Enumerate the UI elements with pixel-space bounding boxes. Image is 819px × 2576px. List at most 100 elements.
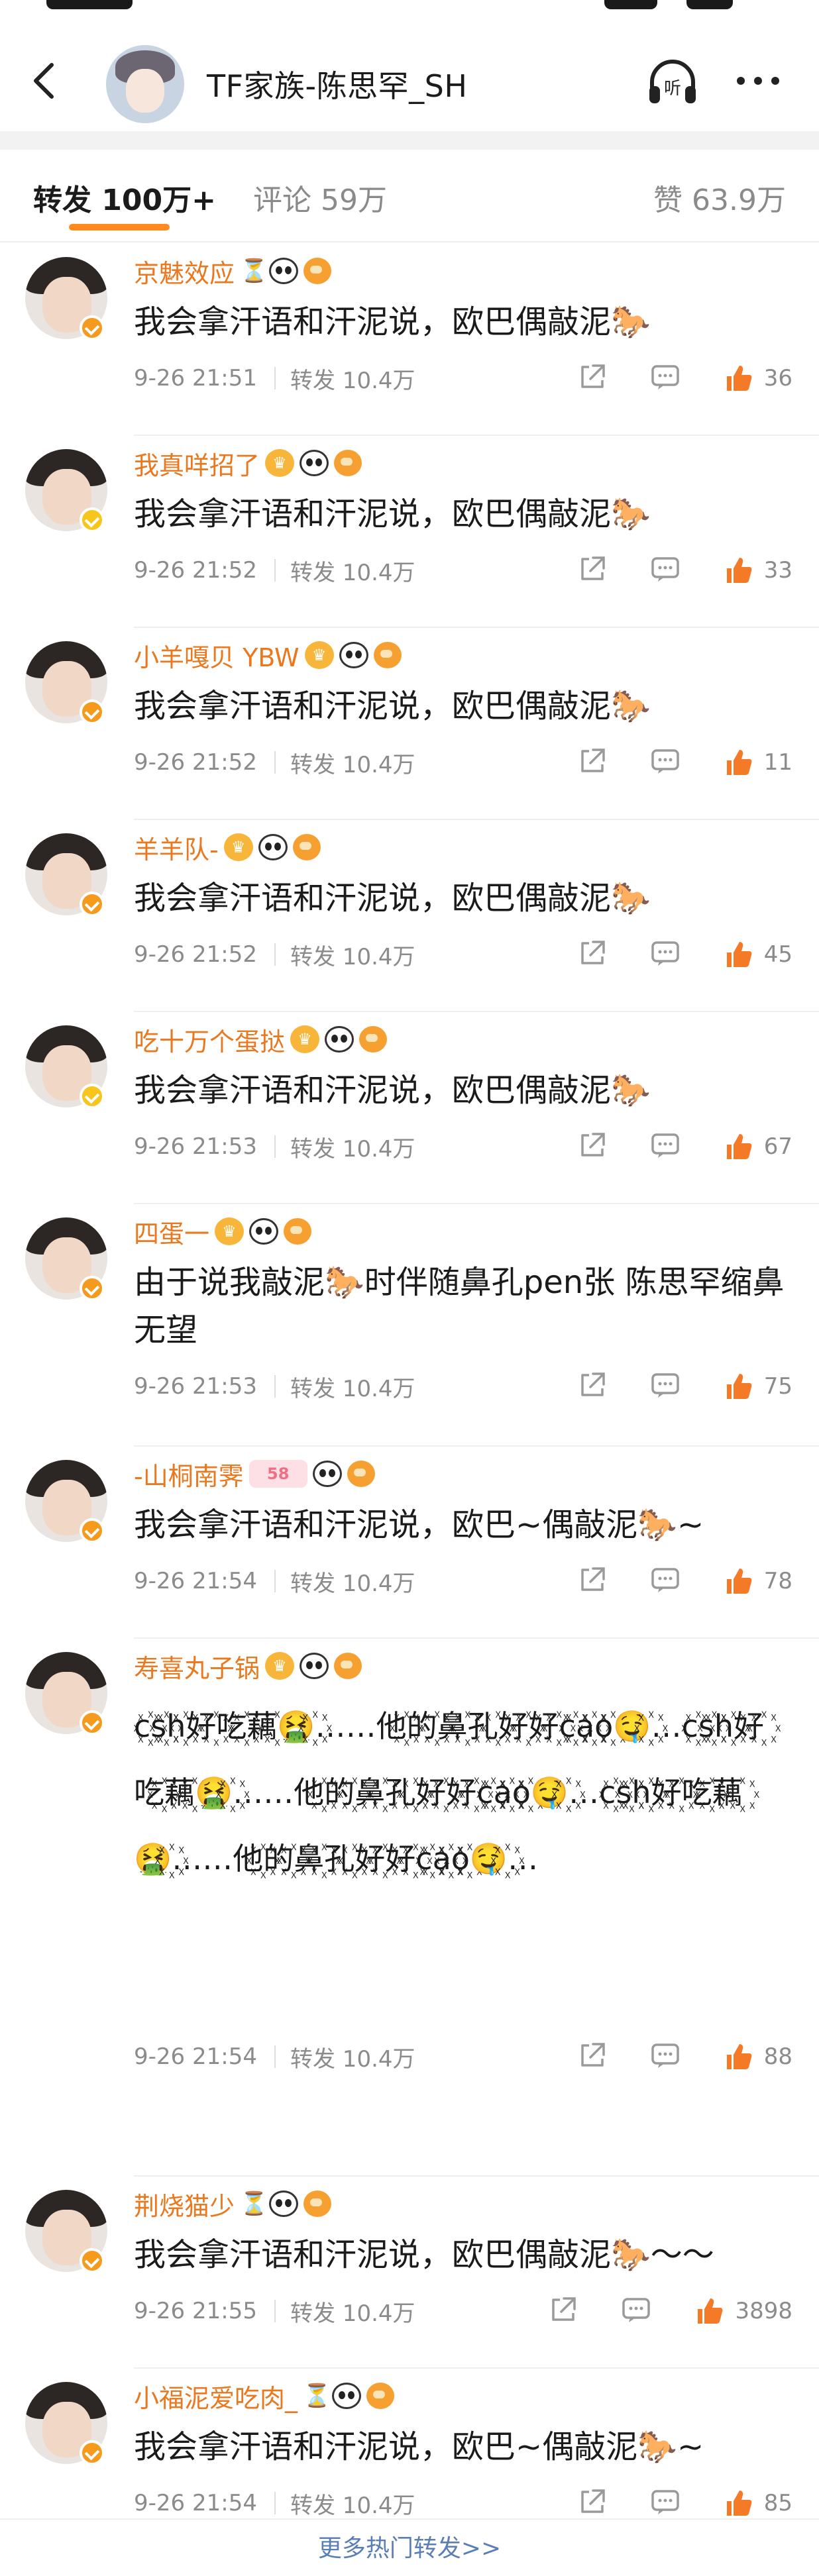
status-bar: [0, 0, 819, 19]
share-icon[interactable]: [576, 745, 609, 778]
tab-comment[interactable]: 评论 59万: [253, 176, 387, 219]
timestamp: 9-26 21:55: [134, 2298, 257, 2324]
thumbs-up-icon[interactable]: [692, 2294, 726, 2328]
timestamp: 9-26 21:53: [134, 1373, 257, 1400]
username-link[interactable]: 吃十万个蛋挞: [134, 1021, 285, 1058]
repost-item[interactable]: 京魅效应 ⏳ 我会拿汗语和汗泥说，欧巴偶敲泥🐎 9-26 21:51 转发 10.4万 3…: [0, 242, 819, 435]
username-link[interactable]: 四蛋一: [134, 1213, 209, 1250]
hourglass-badge-icon: ⏳: [240, 2190, 268, 2217]
verified-badge-icon: [80, 699, 105, 725]
verified-badge-icon: [80, 1710, 105, 1735]
comment-icon[interactable]: [620, 2293, 653, 2326]
tab-repost[interactable]: 转发 100万+: [33, 176, 216, 219]
page-title[interactable]: TF家族-陈思罕_SH: [207, 62, 467, 106]
share-icon[interactable]: [576, 1129, 609, 1162]
timestamp: 9-26 21:54: [134, 2043, 257, 2070]
more-button[interactable]: [732, 61, 785, 101]
like-count: 33: [763, 557, 792, 584]
listen-button[interactable]: 听: [644, 54, 701, 111]
username-link[interactable]: 羊羊队-: [134, 829, 219, 866]
thumbs-up-icon[interactable]: [722, 746, 755, 779]
repost-item[interactable]: 吃十万个蛋挞 ♛ 我会拿汗语和汗泥说，欧巴偶敲泥🐎 9-26 21:53 转发 10.4…: [0, 1011, 819, 1203]
comment-icon[interactable]: [649, 1368, 682, 1402]
username-link[interactable]: 京魅效应: [134, 253, 235, 289]
share-icon[interactable]: [576, 1368, 609, 1402]
repost-text: 由于说我敲泥🐎时伴随鼻孔pen张 陈思罕缩鼻无望: [134, 1264, 785, 1349]
repost-item[interactable]: 四蛋一 ♛ 由于说我敲泥🐎时伴随鼻孔pen张 陈思罕缩鼻无望 9-26 21:53 转发…: [0, 1203, 819, 1445]
repost-count: 转发 10.4万: [290, 751, 415, 778]
panda-badge-icon: [249, 1218, 279, 1245]
comment-icon[interactable]: [649, 745, 682, 778]
share-icon[interactable]: [547, 2293, 580, 2326]
username-link[interactable]: 荆烧猫少: [134, 2186, 235, 2222]
back-button[interactable]: [25, 60, 68, 102]
crown-badge-icon: ♛: [223, 833, 253, 861]
repost-item[interactable]: 我真咩招了 ♛ 我会拿汗语和汗泥说，欧巴偶敲泥🐎 9-26 21:52 转发 10.4万…: [0, 435, 819, 627]
thumbs-up-icon[interactable]: [722, 362, 755, 395]
comment-icon[interactable]: [649, 2485, 682, 2518]
repost-item[interactable]: -山桐南霁 58 我会拿汗语和汗泥说，欧巴~偶敲泥🐎~ 9-26 21:54 转发 10…: [0, 1445, 819, 1637]
repost-count: 转发 10.4万: [290, 1375, 415, 1402]
repost-text: 我会拿汗语和汗泥说，欧巴~偶敲泥🐎~: [134, 1506, 704, 1543]
thumbs-up-icon[interactable]: [722, 1130, 755, 1163]
thumbs-up-icon[interactable]: [722, 2487, 755, 2520]
username-link[interactable]: 小福泥爱吃肉_: [134, 2378, 298, 2414]
repost-item[interactable]: 寿喜丸子锅 ♛ c꙰s꙰h꙰好꙰吃꙰藕꙰🤮꙰……他꙰的꙰鼻꙰孔꙰好꙰好꙰c꙰a꙰o꙰…: [0, 1637, 819, 2175]
username-link[interactable]: 我真咩招了: [134, 445, 260, 482]
repost-item[interactable]: 羊羊队- ♛ 我会拿汗语和汗泥说，欧巴偶敲泥🐎 9-26 21:52 转发 10.4万 4…: [0, 819, 819, 1011]
fan-badge-icon: [303, 2190, 332, 2217]
repost-count: 转发 10.4万: [290, 1570, 415, 1597]
repost-text: c꙰s꙰h꙰好꙰吃꙰藕꙰🤮꙰……他꙰的꙰鼻꙰孔꙰好꙰好꙰c꙰a꙰o꙰🤤꙰…c꙰s…: [134, 1708, 764, 1877]
panda-badge-icon: [325, 1026, 355, 1053]
timestamp: 9-26 21:53: [134, 1133, 257, 1160]
repost-item[interactable]: 小羊嘎贝 YBW ♛ 我会拿汗语和汗泥说，欧巴偶敲泥🐎 9-26 21:52 转发 10…: [0, 627, 819, 819]
repost-text: 我会拿汗语和汗泥说，欧巴偶敲泥🐎: [134, 495, 651, 533]
vip-level-badge: 58: [248, 1460, 307, 1488]
thumbs-up-icon[interactable]: [722, 1370, 755, 1403]
comment-icon[interactable]: [649, 360, 682, 393]
thumbs-up-icon[interactable]: [722, 1565, 755, 1598]
comment-icon[interactable]: [649, 1129, 682, 1162]
comment-icon[interactable]: [649, 552, 682, 586]
share-icon[interactable]: [576, 552, 609, 586]
meta-separator: [274, 559, 276, 582]
thumbs-up-icon[interactable]: [722, 554, 755, 587]
like-count: 88: [763, 2043, 792, 2070]
account-avatar[interactable]: [106, 45, 184, 123]
meta-separator: [274, 1375, 276, 1398]
verified-badge-icon: [80, 507, 105, 533]
share-icon[interactable]: [576, 2039, 609, 2072]
crown-badge-icon: ♛: [265, 1652, 295, 1680]
like-count: 75: [763, 1373, 792, 1400]
username-link[interactable]: 小羊嘎贝 YBW: [134, 637, 300, 674]
chevron-left-icon: [34, 63, 54, 99]
timestamp: 9-26 21:54: [134, 1568, 257, 1594]
meta-separator: [274, 1135, 276, 1158]
like-count: 11: [763, 749, 792, 776]
username-link[interactable]: 寿喜丸子锅: [134, 1648, 260, 1684]
fan-badge-icon: [334, 450, 362, 476]
like-count: 85: [763, 2490, 792, 2516]
repost-text: 我会拿汗语和汗泥说，欧巴偶敲泥🐎: [134, 303, 651, 340]
thumbs-up-icon[interactable]: [722, 938, 755, 971]
username-link[interactable]: -山桐南霁: [134, 1456, 244, 1492]
comment-icon[interactable]: [649, 2039, 682, 2072]
share-icon[interactable]: [576, 360, 609, 393]
comment-icon[interactable]: [649, 1563, 682, 1596]
share-icon[interactable]: [576, 937, 609, 970]
share-icon[interactable]: [576, 2485, 609, 2518]
like-count: 3898: [735, 2298, 792, 2324]
more-hot-reposts-link[interactable]: 更多热门转发>>: [0, 2518, 819, 2576]
crown-badge-icon: ♛: [215, 1217, 245, 1245]
repost-text: 我会拿汗语和汗泥说，欧巴偶敲泥🐎: [134, 880, 651, 917]
repost-count: 转发 10.4万: [290, 2300, 415, 2327]
panda-badge-icon: [339, 642, 368, 668]
comment-icon[interactable]: [649, 937, 682, 970]
meta-separator: [274, 2492, 276, 2514]
listen-label: 听: [664, 79, 681, 99]
repost-list: 京魅效应 ⏳ 我会拿汗语和汗泥说，欧巴偶敲泥🐎 9-26 21:51 转发 10.4万 3…: [0, 242, 819, 2559]
thumbs-up-icon[interactable]: [722, 2040, 755, 2073]
share-icon[interactable]: [576, 1563, 609, 1596]
tab-like[interactable]: 赞 63.9万: [653, 176, 786, 219]
repost-item[interactable]: 荆烧猫少 ⏳ 我会拿汗语和汗泥说，欧巴偶敲泥🐎～～ 9-26 21:55 转发 10.4…: [0, 2175, 819, 2367]
